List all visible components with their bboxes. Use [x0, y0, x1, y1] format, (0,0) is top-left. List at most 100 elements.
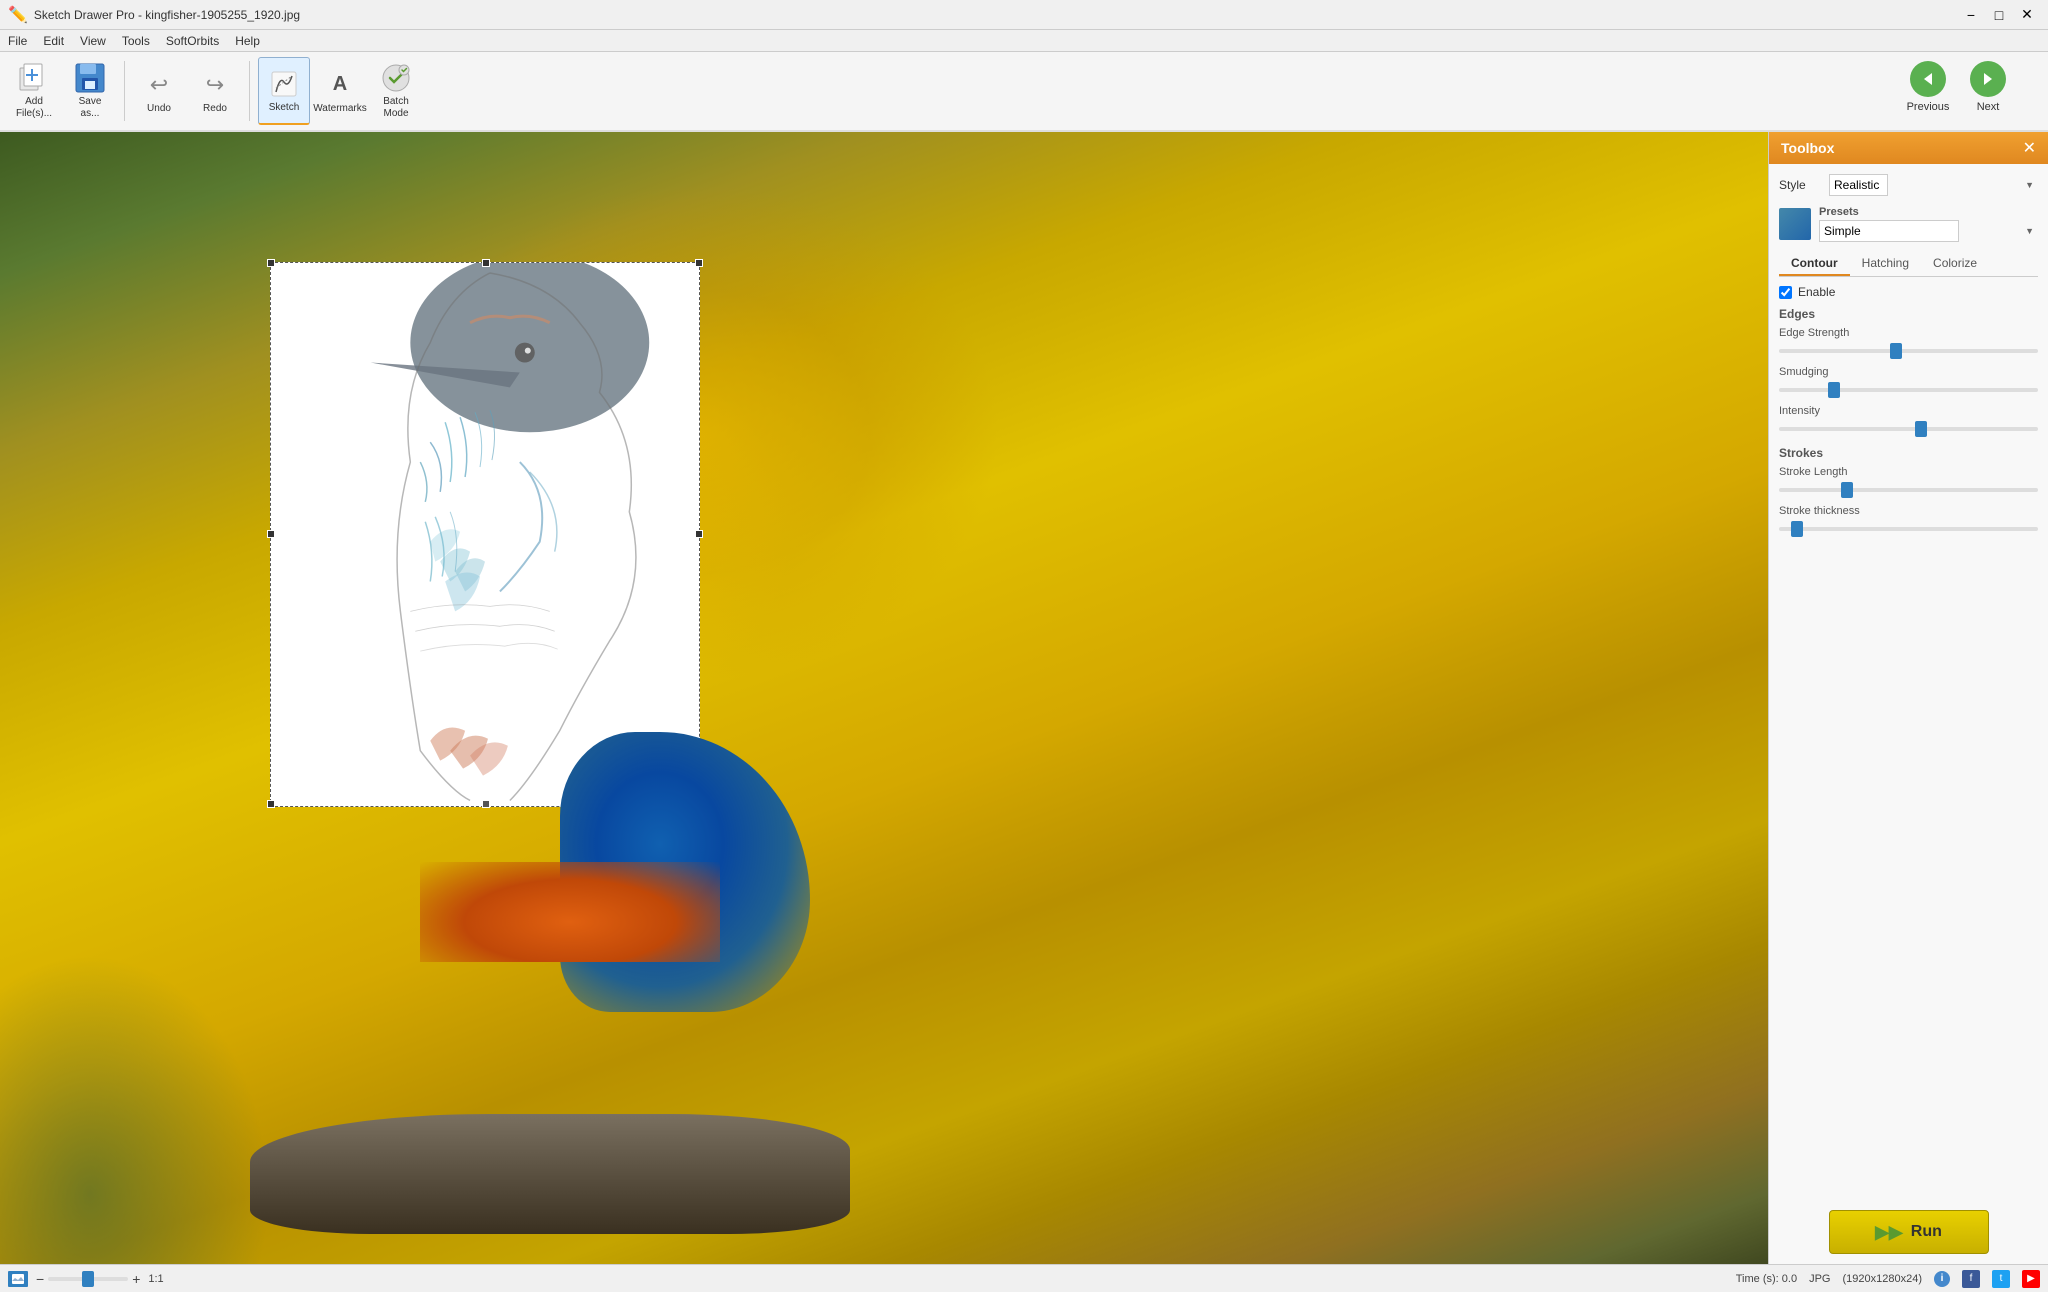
previous-icon — [1910, 61, 1946, 97]
rock-perch — [250, 1114, 850, 1234]
stroke-thickness-slider[interactable] — [1779, 527, 2038, 531]
zoom-out-icon[interactable]: − — [36, 1271, 44, 1287]
intensity-label: Intensity — [1779, 405, 2038, 417]
presets-select-wrapper: Simple Detailed Rough Fine — [1819, 220, 2038, 242]
toolbox-body: Style Realistic Artistic Pencil Charcoal… — [1769, 164, 2048, 1194]
smudging-label: Smudging — [1779, 366, 2038, 378]
stroke-thickness-label: Stroke thickness — [1779, 505, 2038, 517]
watermarks-icon: A — [324, 69, 356, 101]
sketch-icon — [268, 68, 300, 100]
menu-softorbits[interactable]: SoftOrbits — [158, 32, 227, 50]
stroke-length-row: Stroke Length — [1779, 466, 2038, 495]
zoom-slider[interactable] — [48, 1277, 128, 1281]
window-title: Sketch Drawer Pro - kingfisher-1905255_1… — [34, 8, 1958, 22]
toolbox-header: Toolbox ✕ — [1769, 132, 2048, 164]
next-button[interactable]: Next — [1960, 57, 2016, 125]
presets-col: Presets Simple Detailed Rough Fine — [1819, 206, 2038, 242]
handle-ml[interactable] — [267, 530, 275, 538]
stroke-length-label: Stroke Length — [1779, 466, 2038, 478]
minimize-button[interactable]: − — [1958, 5, 1984, 25]
sketch-button[interactable]: Sketch — [258, 57, 310, 125]
undo-icon: ↩ — [143, 69, 175, 101]
style-row: Style Realistic Artistic Pencil Charcoal — [1779, 174, 2038, 196]
stroke-length-slider[interactable] — [1779, 488, 2038, 492]
zoom-control: − + — [36, 1271, 140, 1287]
run-button[interactable]: ▶▶ Run — [1829, 1210, 1989, 1254]
tabs-row: Contour Hatching Colorize — [1779, 252, 2038, 277]
menu-help[interactable]: Help — [227, 32, 268, 50]
toolbar-separator-1 — [124, 61, 125, 121]
youtube-icon[interactable]: ▶ — [2022, 1270, 2040, 1288]
add-files-button[interactable]: AddFile(s)... — [8, 57, 60, 125]
menu-tools[interactable]: Tools — [114, 32, 158, 50]
undo-label: Undo — [147, 103, 171, 114]
strokes-header: Strokes — [1779, 446, 2038, 460]
edge-strength-slider[interactable] — [1779, 349, 2038, 353]
stroke-thickness-row: Stroke thickness — [1779, 505, 2038, 534]
sketch-label: Sketch — [269, 102, 300, 113]
info-badge[interactable]: i — [1934, 1271, 1950, 1287]
save-as-button[interactable]: Saveas... — [64, 57, 116, 125]
enable-checkbox[interactable] — [1779, 286, 1792, 299]
facebook-icon[interactable]: f — [1962, 1270, 1980, 1288]
edge-strength-label: Edge Strength — [1779, 327, 2038, 339]
style-select[interactable]: Realistic Artistic Pencil Charcoal — [1829, 174, 1888, 196]
menu-file[interactable]: File — [0, 32, 35, 50]
main-area: Toolbox ✕ Style Realistic Artistic Penci… — [0, 132, 2048, 1264]
twitter-icon[interactable]: t — [1992, 1270, 2010, 1288]
watermarks-button[interactable]: A Watermarks — [314, 57, 366, 125]
undo-button[interactable]: ↩ Undo — [133, 57, 185, 125]
handle-bc[interactable] — [482, 800, 490, 808]
intensity-slider[interactable] — [1779, 427, 2038, 431]
handle-bl[interactable] — [267, 800, 275, 808]
tab-hatching[interactable]: Hatching — [1850, 252, 1921, 276]
handle-tl[interactable] — [267, 259, 275, 267]
handle-tr[interactable] — [695, 259, 703, 267]
toolbox-close-button[interactable]: ✕ — [2023, 138, 2036, 158]
menu-view[interactable]: View — [72, 32, 114, 50]
maximize-button[interactable]: □ — [1986, 5, 2012, 25]
run-label: Run — [1911, 1223, 1942, 1241]
zoom-in-icon[interactable]: + — [132, 1271, 140, 1287]
previous-button[interactable]: Previous — [1900, 57, 1956, 125]
save-as-icon — [74, 62, 106, 94]
canvas-area[interactable] — [0, 132, 1768, 1264]
format-label: JPG — [1809, 1273, 1830, 1285]
batch-mode-button[interactable]: BatchMode — [370, 57, 422, 125]
tab-contour[interactable]: Contour — [1779, 252, 1850, 276]
edges-header: Edges — [1779, 307, 2038, 321]
add-files-label: AddFile(s)... — [16, 96, 52, 120]
run-icon: ▶▶ — [1875, 1222, 1903, 1243]
size-label: (1920x1280x24) — [1842, 1273, 1922, 1285]
sketch-result-area — [270, 262, 700, 807]
status-right: Time (s): 0.0 JPG (1920x1280x24) i f t ▶ — [1736, 1270, 2040, 1288]
previous-label: Previous — [1907, 101, 1950, 113]
handle-mr[interactable] — [695, 530, 703, 538]
run-button-area: ▶▶ Run — [1769, 1194, 2048, 1264]
menu-edit[interactable]: Edit — [35, 32, 72, 50]
presets-icon — [1779, 208, 1811, 240]
app-icon: ✏️ — [8, 5, 28, 25]
title-bar: ✏️ Sketch Drawer Pro - kingfisher-190525… — [0, 0, 2048, 30]
style-label: Style — [1779, 178, 1829, 192]
sketch-svg — [271, 263, 699, 805]
toolbar: AddFile(s)... Saveas... ↩ Undo ↪ Redo — [0, 52, 2048, 132]
presets-select[interactable]: Simple Detailed Rough Fine — [1819, 220, 1959, 242]
toolbox-title: Toolbox — [1781, 140, 1834, 156]
batch-mode-label: BatchMode — [383, 96, 409, 120]
tab-colorize[interactable]: Colorize — [1921, 252, 1989, 276]
window-controls: − □ ✕ — [1958, 5, 2040, 25]
enable-label[interactable]: Enable — [1798, 285, 1835, 299]
toolbox-panel: Toolbox ✕ Style Realistic Artistic Penci… — [1768, 132, 2048, 1264]
save-as-label: Saveas... — [79, 96, 102, 120]
menu-bar: File Edit View Tools SoftOrbits Help — [0, 30, 2048, 52]
smudging-slider[interactable] — [1779, 388, 2038, 392]
batch-mode-icon — [380, 62, 412, 94]
close-button[interactable]: ✕ — [2014, 5, 2040, 25]
image-thumb-icon — [8, 1271, 28, 1287]
next-icon — [1970, 61, 2006, 97]
add-files-icon — [18, 62, 50, 94]
smudging-row: Smudging — [1779, 366, 2038, 395]
redo-button[interactable]: ↪ Redo — [189, 57, 241, 125]
handle-tc[interactable] — [482, 259, 490, 267]
